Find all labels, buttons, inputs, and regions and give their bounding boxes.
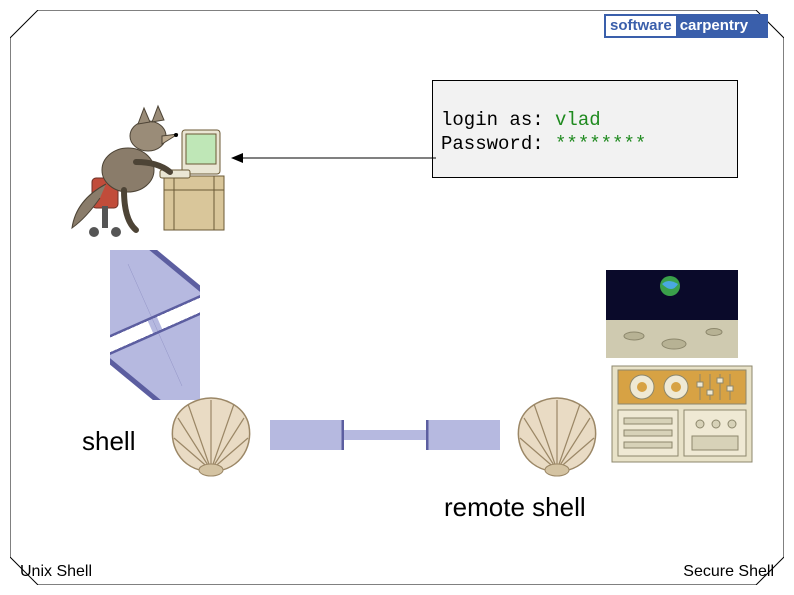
terminal-box: login as: vlad Password: ******** <box>432 80 738 178</box>
double-arrow-shell-to-shell-icon <box>270 420 500 450</box>
arrow-to-user-icon <box>231 152 436 164</box>
logo-word-2: carpentry <box>676 16 766 36</box>
software-carpentry-logo: software carpentry <box>604 14 768 38</box>
wolf-at-computer-icon <box>66 90 236 242</box>
local-shell-icon <box>166 394 256 478</box>
password-prompt-label: Password: <box>441 133 555 155</box>
login-prompt-value: vlad <box>555 109 601 131</box>
login-prompt-label: login as: <box>441 109 555 131</box>
double-arrow-user-to-shell-icon <box>110 250 200 400</box>
logo-word-1: software <box>606 16 676 36</box>
password-prompt-value: ******** <box>555 133 646 155</box>
remote-shell-icon <box>512 394 602 478</box>
shell-label: shell <box>82 426 135 457</box>
remote-server-icon <box>604 270 760 470</box>
footer-left-text: Unix Shell <box>20 563 92 581</box>
footer-right-text: Secure Shell <box>683 563 774 581</box>
remote-shell-label: remote shell <box>444 492 586 523</box>
